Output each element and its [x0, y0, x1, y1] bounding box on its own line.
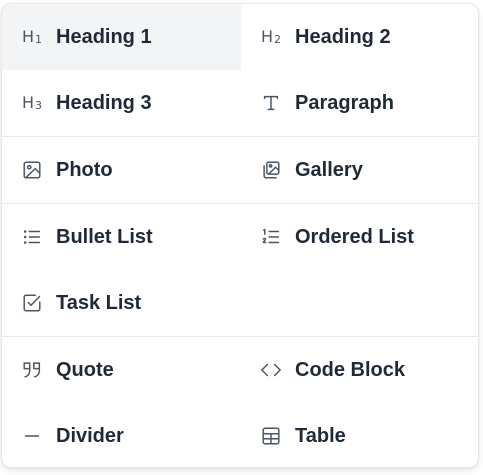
menu-item-label: Quote — [56, 358, 114, 381]
heading-2-icon: H2 — [260, 27, 282, 46]
menu-item-heading-1[interactable]: H1 Heading 1 — [2, 4, 241, 70]
table-icon — [259, 424, 283, 448]
menu-item-label: Bullet List — [56, 225, 153, 248]
menu-item-photo[interactable]: Photo — [2, 137, 241, 203]
headings-section: H1 Heading 1 H2 Heading 2 H3 Heading 3 P… — [2, 4, 478, 137]
menu-item-label: Code Block — [295, 358, 406, 381]
menu-item-label: Photo — [56, 158, 113, 181]
menu-item-code-block[interactable]: Code Block — [241, 337, 478, 403]
menu-item-label: Paragraph — [295, 91, 394, 114]
code-icon — [259, 358, 283, 382]
empty-cell — [241, 270, 478, 336]
menu-item-label: Task List — [56, 291, 142, 314]
menu-item-label: Divider — [56, 424, 124, 447]
menu-item-ordered-list[interactable]: Ordered List — [241, 204, 478, 270]
menu-item-divider[interactable]: Divider — [2, 403, 241, 467]
menu-item-label: Heading 3 — [56, 91, 152, 114]
heading-1-icon: H1 — [21, 27, 43, 46]
quote-icon — [20, 358, 44, 382]
lists-section: Bullet List Ordered List Task List — [2, 204, 478, 337]
menu-item-task-list[interactable]: Task List — [2, 270, 241, 336]
gallery-icon — [259, 158, 283, 182]
menu-item-label: Ordered List — [295, 225, 414, 248]
menu-item-paragraph[interactable]: Paragraph — [241, 70, 478, 136]
block-type-menu: H1 Heading 1 H2 Heading 2 H3 Heading 3 P… — [1, 3, 479, 468]
menu-item-quote[interactable]: Quote — [2, 337, 241, 403]
menu-item-bullet-list[interactable]: Bullet List — [2, 204, 241, 270]
menu-item-label: Heading 2 — [295, 25, 391, 48]
menu-item-heading-3[interactable]: H3 Heading 3 — [2, 70, 241, 136]
heading-3-icon: H3 — [21, 93, 43, 112]
media-section: Photo Gallery — [2, 137, 478, 204]
menu-item-label: Gallery — [295, 158, 363, 181]
ordered-list-icon — [259, 225, 283, 249]
menu-item-table[interactable]: Table — [241, 403, 478, 467]
horizontal-rule-icon — [20, 424, 44, 448]
menu-item-label: Heading 1 — [56, 25, 152, 48]
blocks-section: Quote Code Block Divider Table — [2, 337, 478, 467]
photo-icon — [20, 158, 44, 182]
menu-item-heading-2[interactable]: H2 Heading 2 — [241, 4, 478, 70]
bullet-list-icon — [20, 225, 44, 249]
text-icon — [259, 91, 283, 115]
menu-item-label: Table — [295, 424, 346, 447]
menu-item-gallery[interactable]: Gallery — [241, 137, 478, 203]
checkbox-icon — [20, 291, 44, 315]
